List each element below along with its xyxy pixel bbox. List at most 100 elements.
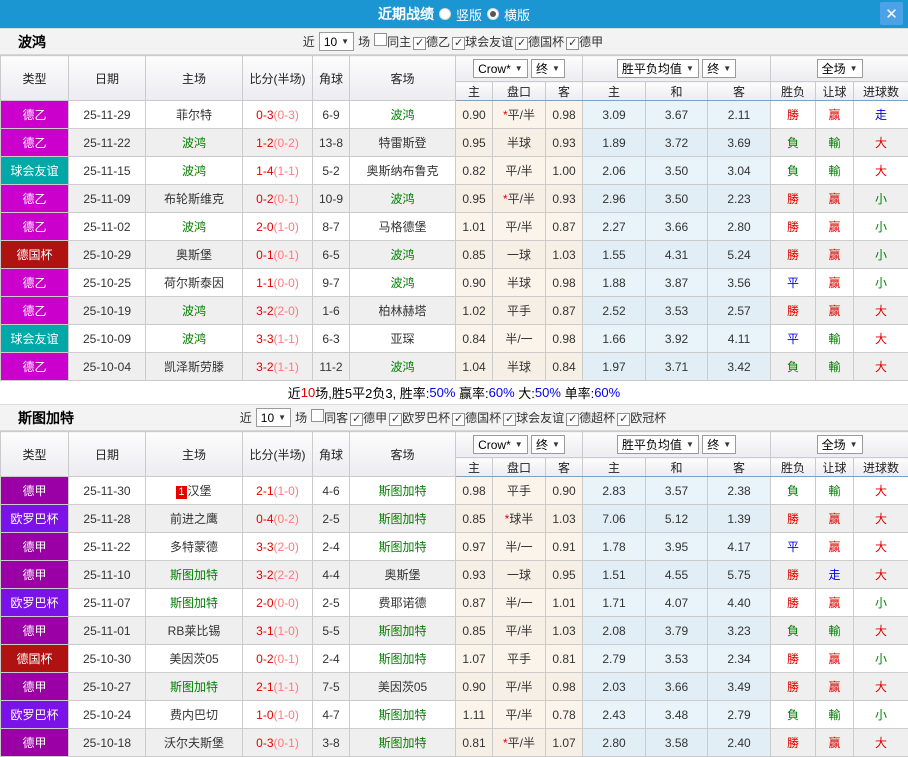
full-match-select[interactable]: 全场▼	[817, 435, 863, 454]
avg-odds-header: 胜平负均值▼ 终▼	[583, 56, 771, 82]
bookmaker-select[interactable]: Crow*▼	[473, 435, 528, 454]
league-checkbox-label[interactable]: 德甲	[579, 35, 603, 49]
result-wdl-cell: 負	[771, 617, 816, 645]
close-icon[interactable]: ✕	[880, 2, 903, 25]
home-odds-cell: 0.85	[456, 241, 493, 269]
corner-cell: 2-4	[313, 645, 350, 673]
home-team-cell: 前进之鹰	[146, 505, 243, 533]
handicap-cell: 平/半	[493, 673, 546, 701]
league-checkbox-label[interactable]: 欧罗巴杯	[402, 411, 450, 425]
league-checkbox-德超杯[interactable]	[566, 413, 579, 426]
final-avg-select[interactable]: 终▼	[702, 435, 736, 454]
sub-header-home-odds: 主	[456, 458, 493, 477]
league-checkbox-德国杯[interactable]	[452, 413, 465, 426]
corner-cell: 7-5	[313, 673, 350, 701]
date-cell: 25-10-30	[69, 645, 146, 673]
result-handicap-cell: 赢	[816, 505, 854, 533]
date-cell: 25-10-24	[69, 701, 146, 729]
handicap-cell: 半球	[493, 269, 546, 297]
league-cell: 欧罗巴杯	[1, 701, 69, 729]
match-count-select[interactable]: 10▼	[256, 408, 291, 427]
vertical-layout-label[interactable]: 竖版	[456, 5, 482, 24]
chevron-down-icon: ▼	[850, 440, 858, 449]
result-handicap-cell: 赢	[816, 645, 854, 673]
away-odds-cell: 0.93	[546, 129, 583, 157]
league-checkbox-德乙[interactable]	[413, 37, 426, 50]
horizontal-layout-radio[interactable]	[487, 8, 499, 20]
league-checkbox-欧冠杯[interactable]	[617, 413, 630, 426]
result-goals-cell: 大	[854, 157, 908, 185]
avg-odds-select[interactable]: 胜平负均值▼	[617, 59, 699, 78]
date-cell: 25-11-07	[69, 589, 146, 617]
away-team-cell: 奥斯纳布鲁克	[350, 157, 456, 185]
league-checkbox-德甲[interactable]	[350, 413, 363, 426]
result-goals-cell: 大	[854, 561, 908, 589]
result-handicap-cell: 輸	[816, 701, 854, 729]
league-checkbox-label[interactable]: 球会友谊	[465, 35, 513, 49]
league-cell: 欧罗巴杯	[1, 589, 69, 617]
same-venue-checkbox[interactable]	[311, 409, 324, 422]
final-odds-select[interactable]: 终▼	[531, 435, 565, 454]
avg-draw-cell: 3.58	[646, 729, 708, 757]
date-cell: 25-10-25	[69, 269, 146, 297]
league-filter-group: 同客 德甲 欧罗巴杯 德国杯 球会友谊 德超杯 欧冠杯	[311, 409, 668, 427]
same-venue-label[interactable]: 同主	[387, 35, 411, 49]
match-count-select[interactable]: 10▼	[319, 32, 354, 51]
avg-home-cell: 2.43	[583, 701, 646, 729]
away-odds-cell: 0.95	[546, 561, 583, 589]
result-handicap-cell: 輸	[816, 617, 854, 645]
result-handicap-cell: 赢	[816, 729, 854, 757]
avg-draw-cell: 3.66	[646, 213, 708, 241]
avg-draw-cell: 3.53	[646, 297, 708, 325]
summary-segment: 60%	[489, 385, 515, 400]
handicap-cell: 半/一	[493, 533, 546, 561]
col-header-away: 客场	[350, 56, 456, 101]
league-checkbox-球会友谊[interactable]	[452, 37, 465, 50]
final-avg-select[interactable]: 终▼	[702, 59, 736, 78]
handicap-cell: *平/半	[493, 101, 546, 129]
league-cell: 德乙	[1, 297, 69, 325]
away-odds-cell: 0.98	[546, 269, 583, 297]
avg-odds-select[interactable]: 胜平负均值▼	[617, 435, 699, 454]
league-checkbox-德国杯[interactable]	[515, 37, 528, 50]
away-odds-cell: 0.81	[546, 645, 583, 673]
result-goals-cell: 小	[854, 701, 908, 729]
league-checkbox-label[interactable]: 德国杯	[528, 35, 564, 49]
sub-header-avg-home: 主	[583, 82, 646, 101]
full-match-select[interactable]: 全场▼	[817, 59, 863, 78]
league-checkbox-欧罗巴杯[interactable]	[389, 413, 402, 426]
result-goals-cell: 走	[854, 101, 908, 129]
home-team-cell: 费内巴切	[146, 701, 243, 729]
near-label: 近	[303, 33, 315, 50]
vertical-layout-radio[interactable]	[439, 8, 451, 20]
avg-home-cell: 3.09	[583, 101, 646, 129]
league-checkbox-球会友谊[interactable]	[503, 413, 516, 426]
bookmaker-select[interactable]: Crow*▼	[473, 59, 528, 78]
score-cell: 1-4(1-1)	[243, 157, 313, 185]
result-handicap-cell: 輸	[816, 353, 854, 381]
col-header-date: 日期	[69, 432, 146, 477]
result-goals-cell: 大	[854, 533, 908, 561]
score-cell: 0-3(0-1)	[243, 729, 313, 757]
summary-segment: 场,胜5平2负3, 胜率:	[315, 383, 429, 402]
away-odds-cell: 1.03	[546, 505, 583, 533]
same-venue-label[interactable]: 同客	[324, 411, 348, 425]
league-checkbox-label[interactable]: 球会友谊	[516, 411, 564, 425]
handicap-cell: 平手	[493, 645, 546, 673]
league-checkbox-label[interactable]: 欧冠杯	[630, 411, 666, 425]
handicap-cell: *平/半	[493, 729, 546, 757]
league-checkbox-label[interactable]: 德甲	[363, 411, 387, 425]
league-checkbox-label[interactable]: 德国杯	[465, 411, 501, 425]
league-checkbox-label[interactable]: 德超杯	[579, 411, 615, 425]
horizontal-layout-label[interactable]: 横版	[504, 5, 530, 24]
summary-segment: 大:	[515, 383, 535, 402]
corner-cell: 2-5	[313, 589, 350, 617]
league-checkbox-德甲[interactable]	[566, 37, 579, 50]
final-odds-select[interactable]: 终▼	[531, 59, 565, 78]
chevron-down-icon: ▼	[850, 64, 858, 73]
same-venue-checkbox[interactable]	[374, 33, 387, 46]
league-checkbox-label[interactable]: 德乙	[426, 35, 450, 49]
date-cell: 25-11-30	[69, 477, 146, 505]
result-handicap-cell: 赢	[816, 589, 854, 617]
home-odds-cell: 0.97	[456, 533, 493, 561]
